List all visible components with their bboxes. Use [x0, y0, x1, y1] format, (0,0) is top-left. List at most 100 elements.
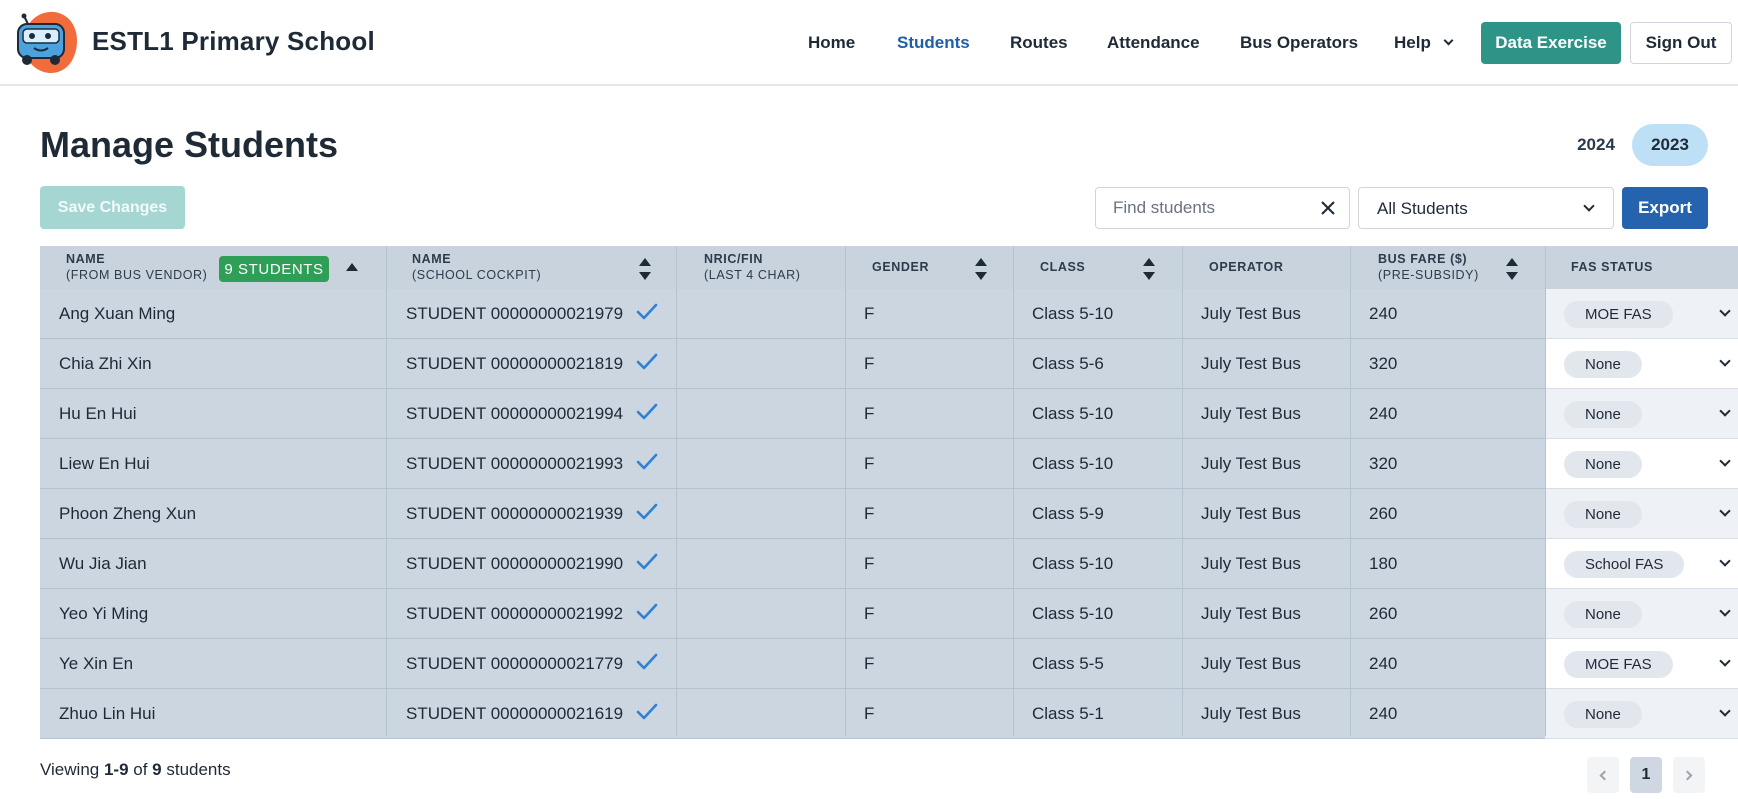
cell-operator: July Test Bus	[1201, 504, 1301, 523]
sort-ascending-icon[interactable]	[346, 263, 358, 271]
chevron-down-icon[interactable]	[1719, 405, 1731, 417]
sort-icon[interactable]	[1143, 258, 1155, 280]
sort-icon[interactable]	[1506, 258, 1518, 280]
fas-status-pill[interactable]: None	[1564, 451, 1642, 478]
sort-icon[interactable]	[975, 258, 987, 280]
cell-vendor-name: Zhuo Lin Hui	[59, 704, 156, 723]
fas-status-dropdown[interactable]: None	[1545, 489, 1738, 539]
fas-status-pill[interactable]: MOE FAS	[1564, 301, 1673, 328]
page-title: Manage Students	[40, 124, 339, 165]
row-main-cells: Chia Zhi Xin STUDENT 00000000021819 F Class…	[40, 339, 1545, 389]
chevron-down-icon[interactable]	[1719, 355, 1731, 367]
fas-status-pill[interactable]: School FAS	[1564, 551, 1685, 578]
cell-cockpit-name: STUDENT 00000000021993	[406, 454, 624, 473]
row-main-cells: Phoon Zheng Xun STUDENT 00000000021939 F Cl…	[40, 489, 1545, 539]
close-icon[interactable]	[1319, 199, 1337, 217]
check-icon	[636, 403, 658, 420]
sort-icon[interactable]	[639, 258, 651, 280]
viewing-suffix: students	[161, 760, 231, 779]
page-number-button[interactable]: 1	[1630, 757, 1662, 793]
cell-cockpit-name: STUDENT 00000000021619	[406, 704, 624, 723]
header-operator-label: OPERATOR	[1209, 260, 1284, 274]
school-name: ESTL1 Primary School	[92, 26, 375, 56]
fas-status-pill[interactable]: None	[1564, 701, 1642, 728]
export-button[interactable]: Export	[1622, 187, 1708, 229]
row-main-cells: Yeo Yi Ming STUDENT 00000000021992 F Class …	[40, 589, 1545, 639]
data-exercise-button[interactable]: Data Exercise	[1481, 22, 1621, 64]
fas-status-dropdown[interactable]: MOE FAS	[1545, 639, 1738, 689]
fas-status-dropdown[interactable]: None	[1545, 389, 1738, 439]
previous-page-button[interactable]	[1587, 757, 1619, 793]
cell-vendor-name: Yeo Yi Ming	[59, 604, 149, 623]
fas-status-dropdown[interactable]: None	[1545, 589, 1738, 639]
fas-status-dropdown[interactable]: None	[1545, 689, 1738, 739]
chevron-down-icon[interactable]	[1719, 555, 1731, 567]
cell-class: Class 5-6	[1032, 354, 1104, 373]
fas-status-pill[interactable]: MOE FAS	[1564, 651, 1673, 678]
table-row: Ye Xin En STUDENT 00000000021779 F Class 5-…	[40, 639, 1738, 689]
nav-routes[interactable]: Routes	[1010, 33, 1068, 53]
viewing-of: of	[128, 760, 153, 779]
year-tab-2024[interactable]: 2024	[1560, 124, 1632, 166]
bus-mascot-logo[interactable]	[14, 10, 80, 76]
cell-gender: F	[864, 604, 875, 623]
search-input[interactable]	[1096, 188, 1311, 228]
header-gender-label: GENDER	[872, 260, 930, 274]
cell-class: Class 5-9	[1032, 504, 1104, 523]
cell-bus-fare: 260	[1369, 504, 1398, 523]
check-icon	[636, 603, 658, 620]
chevron-down-icon[interactable]	[1719, 705, 1731, 717]
save-changes-button[interactable]: Save Changes	[40, 186, 185, 229]
column-divider	[386, 246, 387, 736]
header-name-vendor-label: NAME	[66, 252, 106, 266]
table-row: Zhuo Lin Hui STUDENT 00000000021619 F Class…	[40, 689, 1738, 739]
chevron-down-icon[interactable]	[1719, 605, 1731, 617]
cell-cockpit-name: STUDENT 00000000021779	[406, 654, 624, 673]
chevron-down-icon[interactable]	[1719, 305, 1731, 317]
check-icon	[636, 353, 658, 370]
chevron-down-icon[interactable]	[1719, 655, 1731, 667]
next-page-button[interactable]	[1673, 757, 1705, 793]
table-row: Liew En Hui STUDENT 00000000021993 F Class …	[40, 439, 1738, 489]
fas-status-pill[interactable]: None	[1564, 501, 1642, 528]
cell-operator: July Test Bus	[1201, 354, 1301, 373]
student-filter-select[interactable]: All Students	[1358, 187, 1614, 229]
table-row: Ang Xuan Ming STUDENT 00000000021979 F Clas…	[40, 289, 1738, 339]
cell-gender: F	[864, 454, 875, 473]
chevron-down-icon[interactable]	[1719, 505, 1731, 517]
cell-gender: F	[864, 554, 875, 573]
cell-cockpit-name: STUDENT 00000000021992	[406, 604, 624, 623]
chevron-down-icon[interactable]	[1719, 455, 1731, 467]
column-divider	[1350, 246, 1351, 736]
cell-cockpit-name: STUDENT 00000000021939	[406, 504, 624, 523]
fas-status-dropdown[interactable]: None	[1545, 339, 1738, 389]
sign-out-button[interactable]: Sign Out	[1630, 22, 1732, 64]
table-row: Chia Zhi Xin STUDENT 00000000021819 F Class…	[40, 339, 1738, 389]
table-header: NAME (FROM BUS VENDOR) 9 STUDENTS NAME (…	[40, 246, 1738, 289]
header-name-cockpit-sublabel: (SCHOOL COCKPIT)	[412, 268, 542, 282]
fas-status-pill[interactable]: None	[1564, 351, 1642, 378]
column-divider	[1182, 246, 1183, 736]
fas-status-pill[interactable]: None	[1564, 401, 1642, 428]
fas-status-dropdown[interactable]: MOE FAS	[1545, 289, 1738, 339]
nav-attendance[interactable]: Attendance	[1107, 33, 1200, 53]
row-main-cells: Ye Xin En STUDENT 00000000021779 F Class 5-…	[40, 639, 1545, 689]
cell-gender: F	[864, 654, 875, 673]
viewing-summary: Viewing 1-9 of 9 students	[40, 760, 231, 780]
fas-status-dropdown[interactable]: School FAS	[1545, 539, 1738, 589]
nav-students[interactable]: Students	[897, 33, 970, 53]
year-tab-2023[interactable]: 2023	[1632, 124, 1708, 166]
fas-status-pill[interactable]: None	[1564, 601, 1642, 628]
nav-home[interactable]: Home	[808, 33, 855, 53]
student-count-badge: 9 STUDENTS	[219, 256, 329, 282]
chevron-right-icon	[1682, 770, 1693, 780]
cell-class: Class 5-10	[1032, 604, 1114, 623]
nav-bus-operators[interactable]: Bus Operators	[1240, 33, 1358, 53]
nav-help[interactable]: Help	[1394, 33, 1454, 53]
cell-vendor-name: Hu En Hui	[59, 404, 137, 423]
row-main-cells: Wu Jia Jian STUDENT 00000000021990 F Class …	[40, 539, 1545, 589]
cell-bus-fare: 240	[1369, 654, 1398, 673]
fas-status-dropdown[interactable]: None	[1545, 439, 1738, 489]
cell-bus-fare: 240	[1369, 304, 1398, 323]
check-icon	[636, 503, 658, 520]
